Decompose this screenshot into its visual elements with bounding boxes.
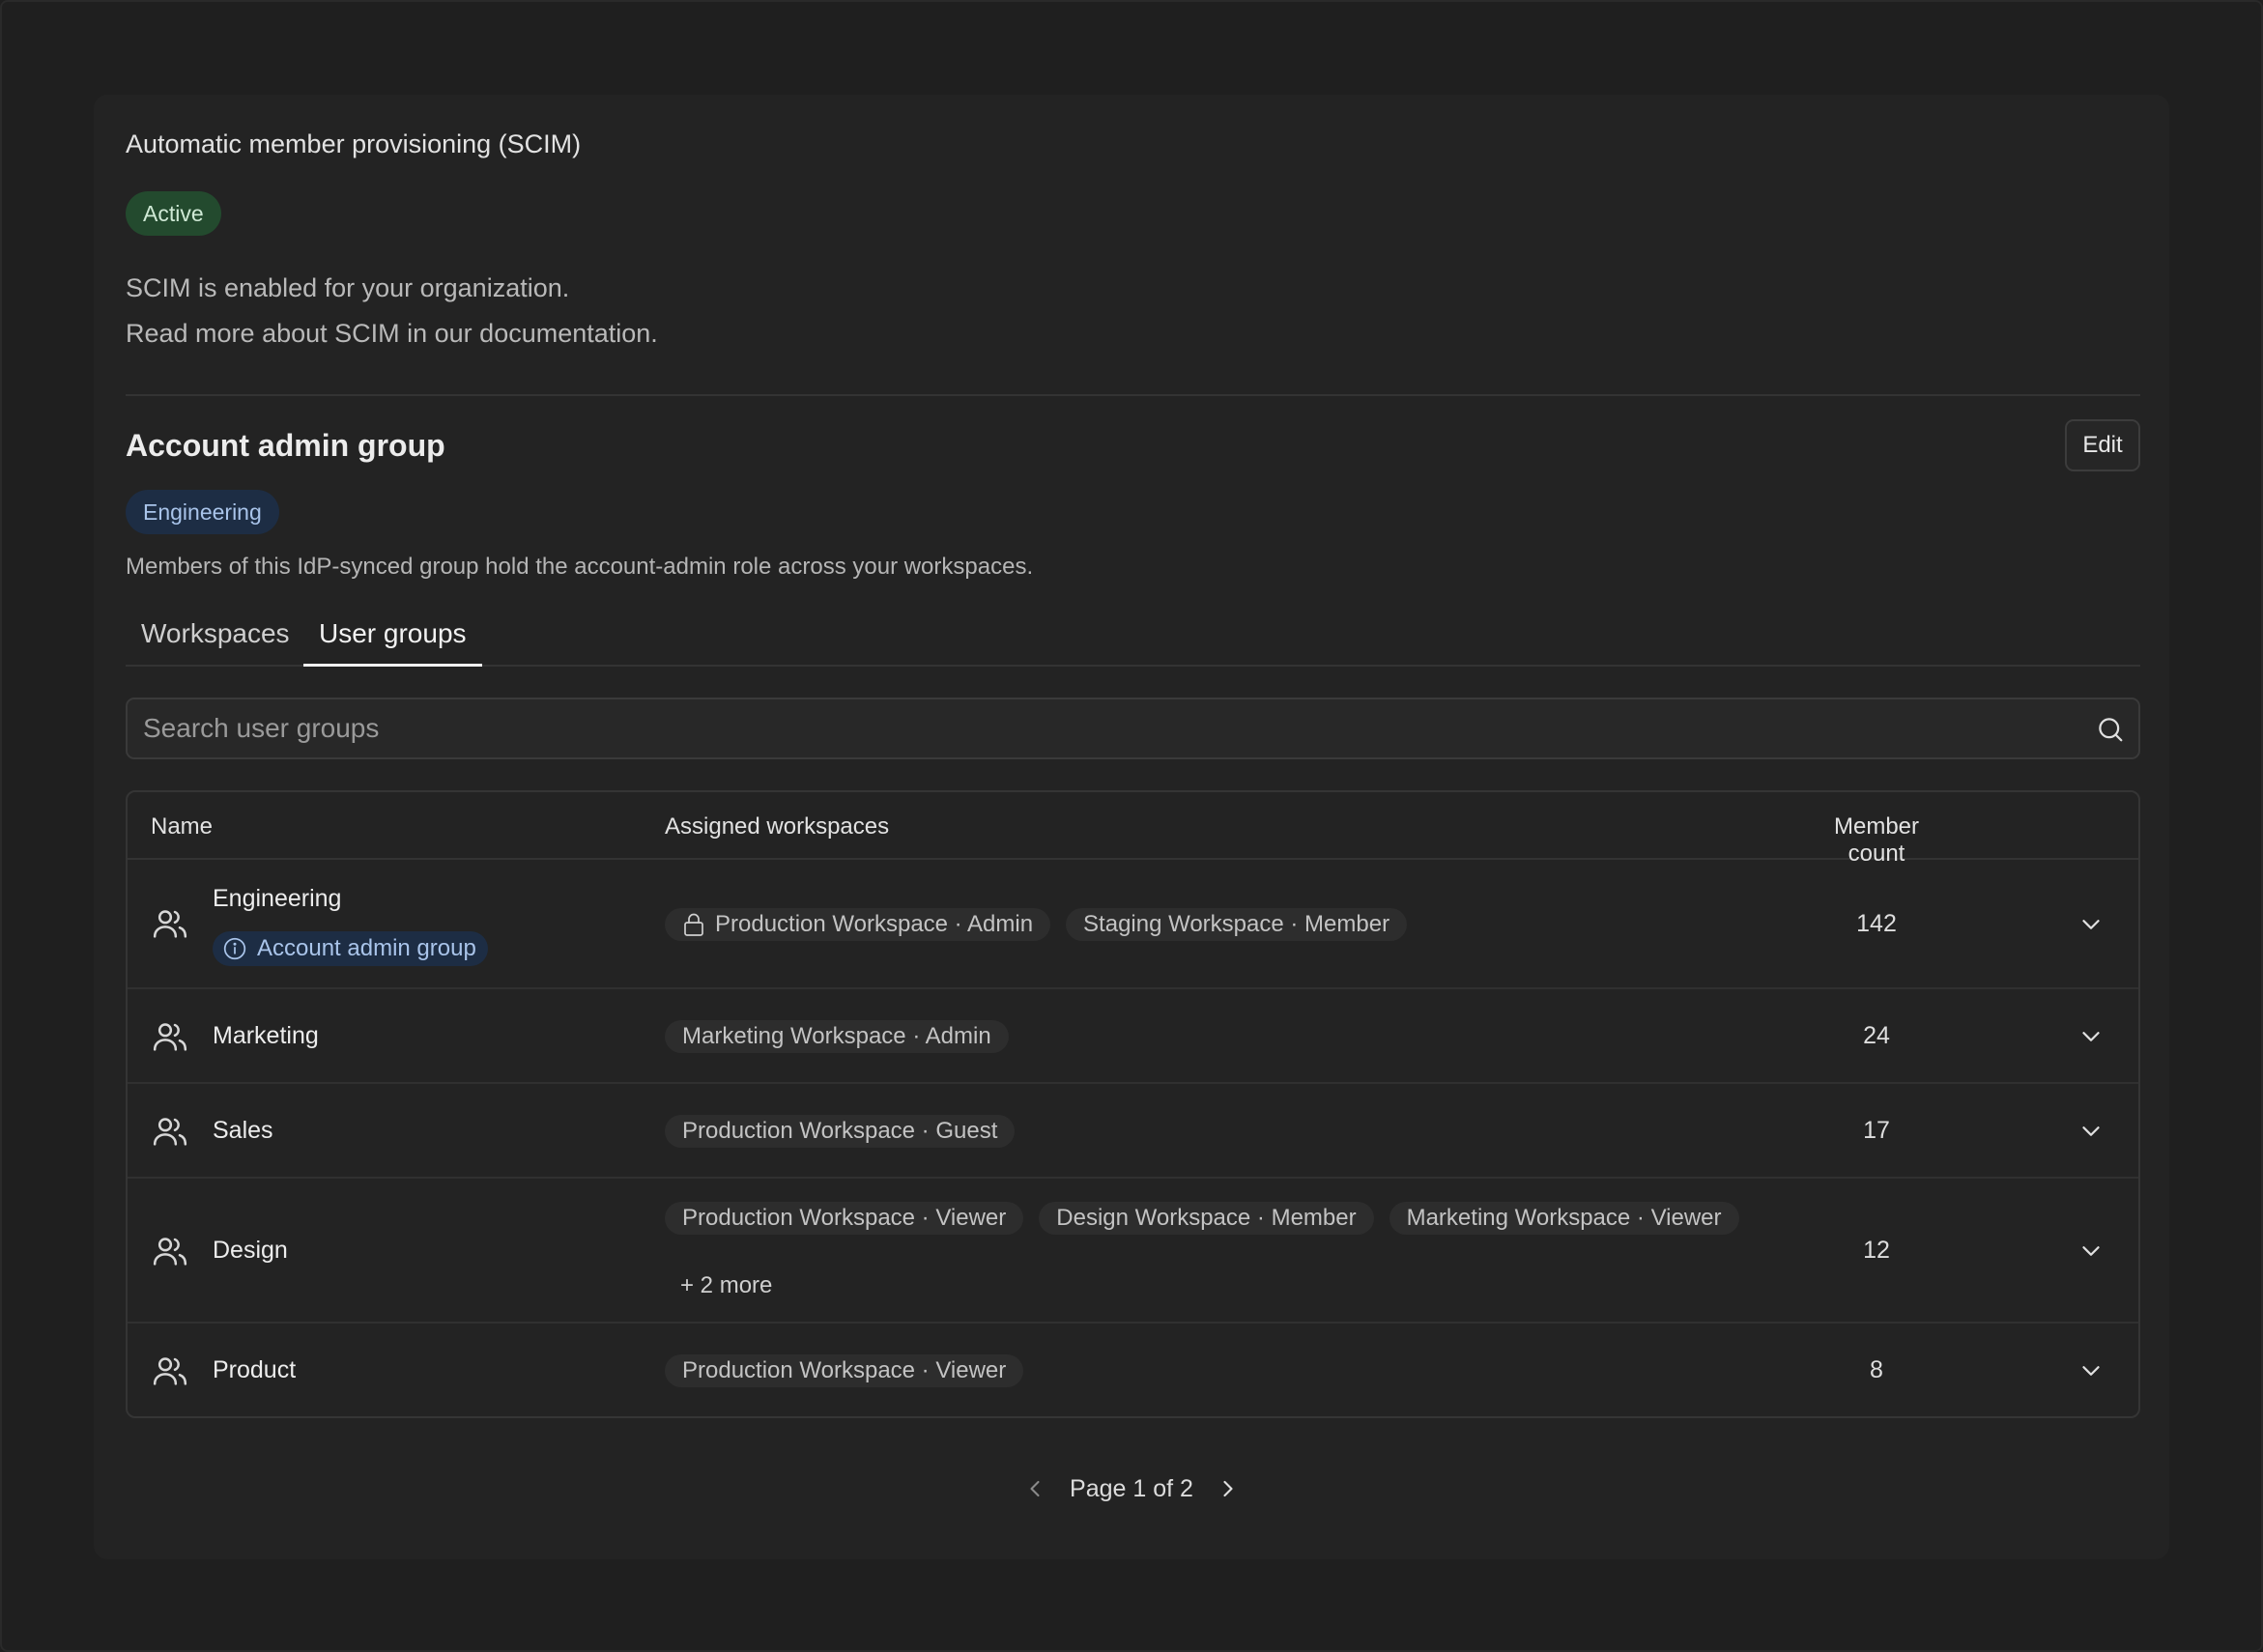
workspace-chip-label: Production Workspace · Admin: [715, 911, 1034, 937]
group-name: Sales: [213, 1117, 273, 1144]
workspace-chip: Production Workspace · Guest: [665, 1115, 1016, 1148]
scim-enabled-text: SCIM is enabled for your organization.: [126, 273, 570, 302]
chevron-left-icon[interactable]: [1021, 1475, 1048, 1502]
table-header: Name Assigned workspaces Member count: [128, 792, 2138, 867]
scim-title: Automatic member provisioning (SCIM): [126, 129, 582, 158]
users-icon: [153, 1357, 187, 1385]
more-workspaces-link[interactable]: + 2 more: [665, 1269, 788, 1302]
assigned-workspaces: Production Workspace · Admin Staging Wor…: [665, 908, 1873, 941]
workspace-chip: Production Workspace · Viewer: [665, 1354, 1024, 1387]
group-name: Product: [213, 1356, 297, 1383]
search-box: [126, 698, 2140, 759]
status-badge: Active: [126, 191, 221, 236]
chevron-down-icon[interactable]: [2077, 1117, 2105, 1146]
workspace-chip: Marketing Workspace · Admin: [665, 1020, 1009, 1053]
lock-icon: [684, 913, 703, 936]
table-row[interactable]: Design Production Workspace · Viewer Des…: [128, 1179, 2138, 1324]
search-input[interactable]: [128, 699, 2138, 757]
table-row[interactable]: Marketing Marketing Workspace · Admin 24: [128, 989, 2138, 1084]
account-admin-badge: Account admin group: [213, 931, 488, 966]
group-name: Marketing: [213, 1022, 319, 1049]
chevron-down-icon[interactable]: [2077, 1356, 2105, 1385]
tab-bar: Workspaces User groups: [126, 607, 2140, 667]
info-icon: [223, 937, 246, 960]
member-count: 142: [1856, 910, 1897, 937]
table-row[interactable]: Engineering Account admin group Producti…: [128, 860, 2138, 989]
account-admin-label: Account admin group: [257, 935, 476, 961]
search-icon[interactable]: [2096, 715, 2125, 744]
assigned-workspaces: Marketing Workspace · Admin: [665, 1020, 1873, 1053]
workspace-chip: Production Workspace · Admin: [665, 908, 1051, 941]
chevron-right-icon[interactable]: [1215, 1475, 1242, 1502]
pagination: Page 1 of 2: [94, 1465, 2169, 1513]
chevron-down-icon[interactable]: [2077, 1022, 2105, 1051]
assigned-workspaces: Production Workspace · Viewer Design Wor…: [665, 1202, 1873, 1302]
users-icon: [153, 1118, 187, 1146]
assigned-workspaces: Production Workspace · Viewer: [665, 1354, 1873, 1387]
tab-workspaces[interactable]: Workspaces: [126, 607, 305, 667]
member-count: 8: [1870, 1356, 1883, 1383]
member-count: 12: [1863, 1237, 1890, 1264]
workspace-chip: Staging Workspace · Member: [1066, 908, 1408, 941]
chevron-down-icon[interactable]: [2077, 1237, 2105, 1266]
user-groups-table: Name Assigned workspaces Member count En…: [126, 790, 2140, 1418]
users-icon: [153, 910, 187, 938]
group-name: Design: [213, 1237, 288, 1264]
member-count: 24: [1863, 1022, 1890, 1049]
workspace-chip: Production Workspace · Viewer: [665, 1202, 1024, 1235]
assigned-workspaces: Production Workspace · Guest: [665, 1115, 1873, 1148]
admin-group-title: Account admin group: [126, 428, 445, 463]
member-count: 17: [1863, 1117, 1890, 1144]
column-header-name[interactable]: Name: [151, 813, 213, 840]
workspace-chip: Design Workspace · Member: [1039, 1202, 1374, 1235]
chevron-down-icon[interactable]: [2077, 910, 2105, 939]
workspace-chip: Marketing Workspace · Viewer: [1389, 1202, 1739, 1235]
table-row[interactable]: Product Production Workspace · Viewer 8: [128, 1324, 2138, 1416]
column-header-workspaces[interactable]: Assigned workspaces: [665, 813, 889, 840]
users-icon: [153, 1238, 187, 1266]
scim-settings-card: Automatic member provisioning (SCIM) Act…: [94, 95, 2169, 1559]
table-row[interactable]: Sales Production Workspace · Guest 17: [128, 1084, 2138, 1179]
section-divider: [126, 394, 2140, 396]
edit-button[interactable]: Edit: [2065, 419, 2140, 471]
page-indicator: Page 1 of 2: [1070, 1474, 1193, 1502]
admin-group-badge: Engineering: [126, 490, 279, 534]
admin-group-description: Members of this IdP-synced group hold th…: [126, 554, 1034, 580]
group-name: Engineering: [213, 885, 342, 912]
tab-user-groups[interactable]: User groups: [303, 607, 482, 667]
users-icon: [153, 1023, 187, 1051]
scim-docs-link[interactable]: Read more about SCIM in our documentatio…: [126, 319, 658, 349]
